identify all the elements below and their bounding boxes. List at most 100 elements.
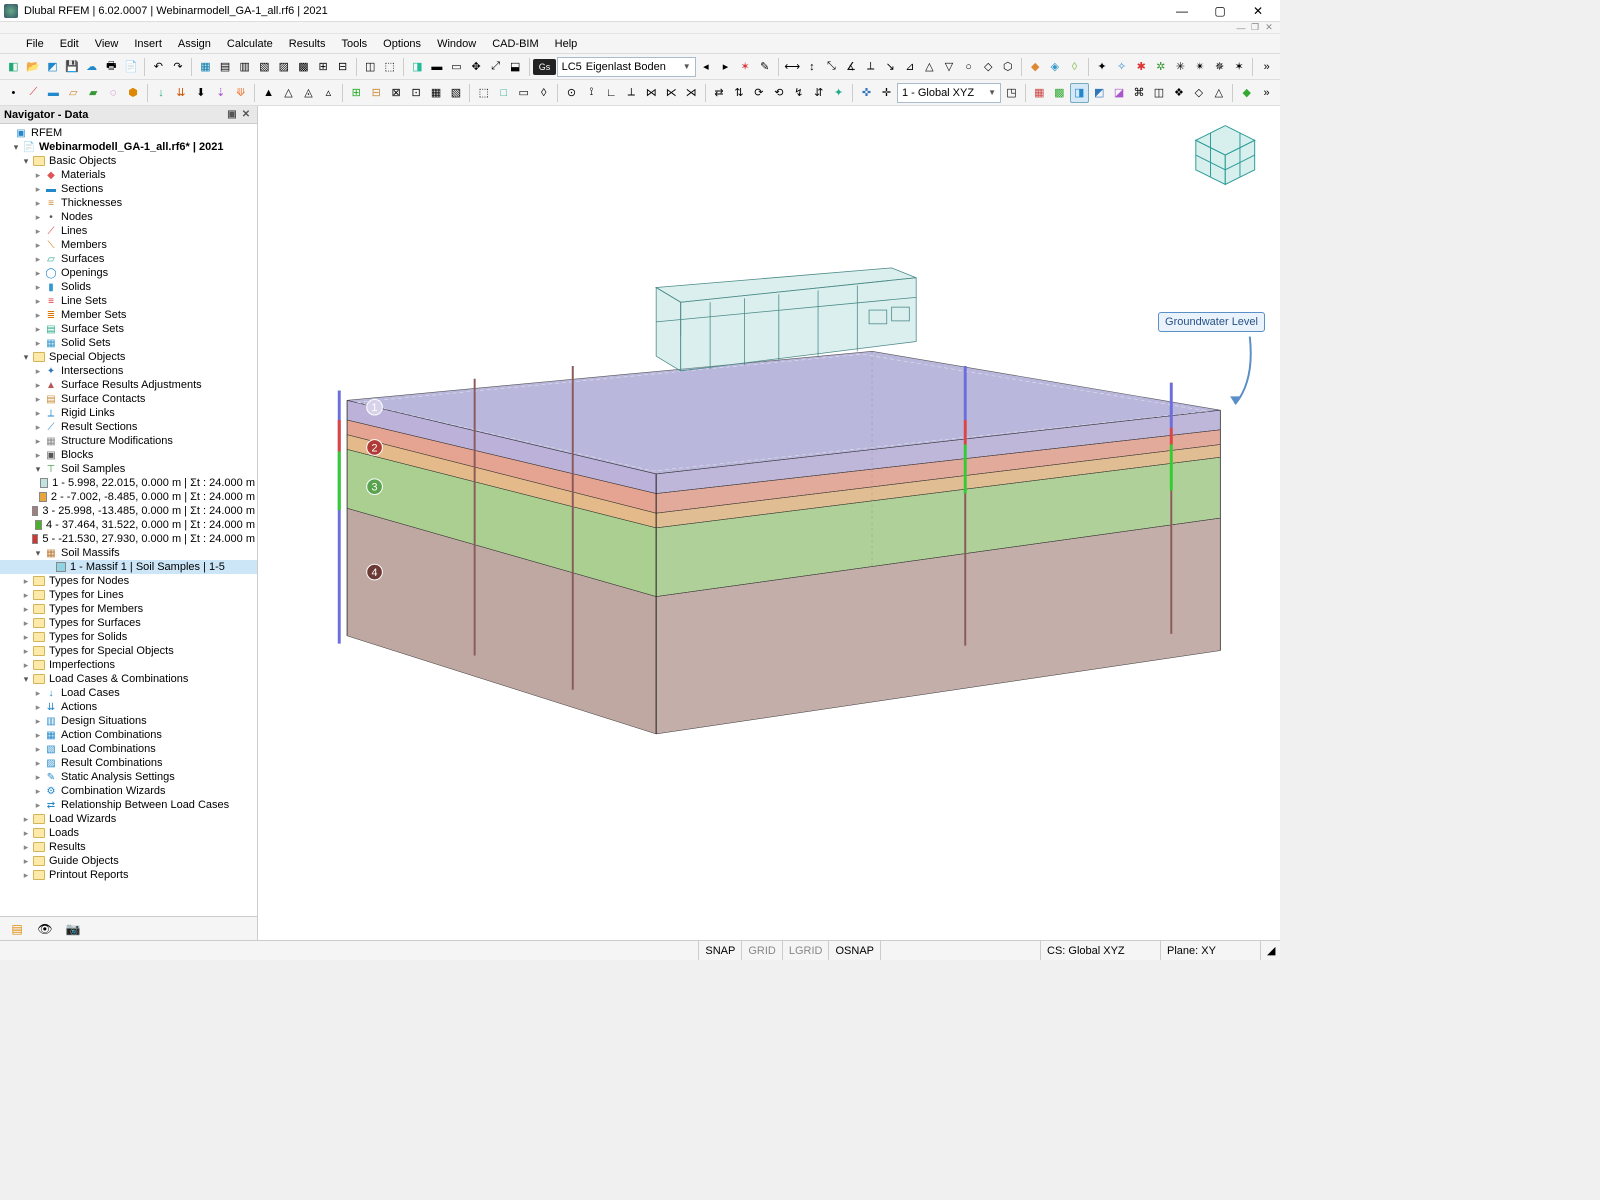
mesh3-icon[interactable]: ⊠ (387, 83, 406, 103)
status-snap[interactable]: SNAP (698, 941, 741, 960)
line-icon[interactable]: ⟋ (24, 83, 43, 103)
axis7-icon[interactable]: ✵ (1210, 57, 1229, 77)
mdi-restore-button[interactable]: — (1234, 23, 1248, 33)
menu-view[interactable]: View (87, 36, 127, 52)
cs2-icon[interactable]: ✛ (877, 83, 896, 103)
footer-view-icon[interactable]: 👁 (34, 920, 56, 938)
tree-item[interactable]: ▸Load Wizards (0, 812, 257, 826)
tree-root[interactable]: ▣RFEM (0, 126, 257, 140)
disp4-icon[interactable]: ◩ (1090, 83, 1109, 103)
tree-special-objects[interactable]: ▾Special Objects (0, 350, 257, 364)
disp5-icon[interactable]: ◪ (1110, 83, 1129, 103)
grid-icon[interactable]: ▤ (216, 57, 235, 77)
tree-imperfections[interactable]: ▸Imperfections (0, 658, 257, 672)
disp8-icon[interactable]: ❖ (1169, 83, 1188, 103)
tree-item[interactable]: ▸◆Materials (0, 168, 257, 182)
tree-item[interactable]: ▸Printout Reports (0, 868, 257, 882)
panel-icon[interactable]: ▨ (275, 57, 294, 77)
tree-item[interactable]: ▸↓Load Cases (0, 686, 257, 700)
tree-item[interactable]: ▸⟋Result Sections (0, 420, 257, 434)
set-icon[interactable]: ⬢ (124, 83, 143, 103)
tree-item[interactable]: ▸Guide Objects (0, 854, 257, 868)
dim8-icon[interactable]: △ (920, 57, 939, 77)
surface-icon[interactable]: ▱ (64, 83, 83, 103)
tree-item[interactable]: ▸⇄Relationship Between Load Cases (0, 798, 257, 812)
tree-item[interactable]: ▸Results (0, 840, 257, 854)
axis2-icon[interactable]: ✧ (1112, 57, 1131, 77)
sel3-icon[interactable]: ▭ (514, 83, 533, 103)
sel4-icon[interactable]: ◊ (534, 83, 553, 103)
next-lc-icon[interactable]: ▸ (716, 57, 735, 77)
viewport-3d[interactable]: 1 2 3 4 Groundwater Level (258, 106, 1280, 940)
axis8-icon[interactable]: ✶ (1230, 57, 1249, 77)
disp1-icon[interactable]: ▦ (1030, 83, 1049, 103)
navigator-tree[interactable]: ▣RFEM ▾📄Webinarmodell_GA-1_all.rf6* | 20… (0, 124, 257, 916)
snap7-icon[interactable]: ⋊ (682, 83, 701, 103)
dim7-icon[interactable]: ⊿ (901, 57, 920, 77)
status-grid[interactable]: GRID (741, 941, 782, 960)
coord-sys-dropdown[interactable]: 1 - Global XYZ ▼ (897, 83, 1001, 103)
minimize-button[interactable]: — (1164, 1, 1200, 21)
snap4-icon[interactable]: ⟂ (622, 83, 641, 103)
disp2-icon[interactable]: ▩ (1050, 83, 1069, 103)
render2-icon[interactable]: ◈ (1046, 57, 1065, 77)
mesh4-icon[interactable]: ⊡ (407, 83, 426, 103)
tree-item[interactable]: ▸•Nodes (0, 210, 257, 224)
tree-item[interactable]: ▸▮Solids (0, 280, 257, 294)
support4-icon[interactable]: ▵ (319, 83, 338, 103)
tree-item[interactable]: ▸▱Surfaces (0, 252, 257, 266)
opening-icon[interactable]: ◌ (104, 83, 123, 103)
mdi-close-button[interactable]: ✕ (1262, 22, 1276, 33)
report-icon[interactable]: 📄 (122, 57, 141, 77)
lc-star-icon[interactable]: ✶ (736, 57, 755, 77)
load1-icon[interactable]: ↓ (152, 83, 171, 103)
dim4-icon[interactable]: ∡ (842, 57, 861, 77)
menu-file[interactable]: File (18, 36, 52, 52)
tr6-icon[interactable]: ⇵ (809, 83, 828, 103)
menu-options[interactable]: Options (375, 36, 429, 52)
panel-float-icon[interactable]: ▣ (225, 108, 239, 122)
tree-item[interactable]: ▸▦Structure Modifications (0, 434, 257, 448)
tree-basic-objects[interactable]: ▾Basic Objects (0, 154, 257, 168)
load3-icon[interactable]: ⬇ (191, 83, 210, 103)
tree-item[interactable]: ▸Types for Surfaces (0, 616, 257, 630)
tree-soil-sample[interactable]: 2 - -7.002, -8.485, 0.000 m | Σt : 24.00… (0, 490, 257, 504)
loadcase-dropdown[interactable]: LC5 Eigenlast Boden ▼ (557, 57, 696, 77)
tree-item[interactable]: ▸Types for Solids (0, 630, 257, 644)
snap2-icon[interactable]: ⟟ (582, 83, 601, 103)
tr3-icon[interactable]: ⟳ (749, 83, 768, 103)
snap3-icon[interactable]: ∟ (602, 83, 621, 103)
tree-soil-sample[interactable]: 4 - 37.464, 31.522, 0.000 m | Σt : 24.00… (0, 518, 257, 532)
dim11-icon[interactable]: ◇ (979, 57, 998, 77)
block-icon[interactable]: ◩ (43, 57, 62, 77)
disp10-icon[interactable]: △ (1209, 83, 1228, 103)
tree-item[interactable]: ▸⇊Actions (0, 700, 257, 714)
disp7-icon[interactable]: ◫ (1150, 83, 1169, 103)
table-icon[interactable]: ▦ (196, 57, 215, 77)
overflow2-icon[interactable]: » (1257, 83, 1276, 103)
load4-icon[interactable]: ⇣ (211, 83, 230, 103)
footer-data-icon[interactable]: ▤ (6, 920, 28, 938)
axis4-icon[interactable]: ✲ (1151, 57, 1170, 77)
zoom-icon[interactable]: ⤢ (486, 57, 505, 77)
tree-item[interactable]: ▸⟂Rigid Links (0, 406, 257, 420)
render3-icon[interactable]: ◊ (1065, 57, 1084, 77)
disp9-icon[interactable]: ◇ (1189, 83, 1208, 103)
support2-icon[interactable]: △ (279, 83, 298, 103)
tr7-icon[interactable]: ✦ (829, 83, 848, 103)
zoomfit-icon[interactable]: ⬓ (506, 57, 525, 77)
sel2-icon[interactable]: □ (494, 83, 513, 103)
mesh6-icon[interactable]: ▧ (447, 83, 466, 103)
tree-item[interactable]: ▸▦Action Combinations (0, 728, 257, 742)
tree-soil-sample[interactable]: 3 - 25.998, -13.485, 0.000 m | Σt : 24.0… (0, 504, 257, 518)
tree-item[interactable]: ▸▧Load Combinations (0, 742, 257, 756)
snap6-icon[interactable]: ⋉ (662, 83, 681, 103)
menu-help[interactable]: Help (547, 36, 586, 52)
tr4-icon[interactable]: ⟲ (769, 83, 788, 103)
axis5-icon[interactable]: ✳ (1171, 57, 1190, 77)
footer-camera-icon[interactable]: 📷 (62, 920, 84, 938)
mdi-max-button[interactable]: ❐ (1248, 22, 1262, 33)
props-icon[interactable]: ⊞ (314, 57, 333, 77)
axis-icon[interactable]: ✦ (1093, 57, 1112, 77)
list-icon[interactable]: ▧ (255, 57, 274, 77)
